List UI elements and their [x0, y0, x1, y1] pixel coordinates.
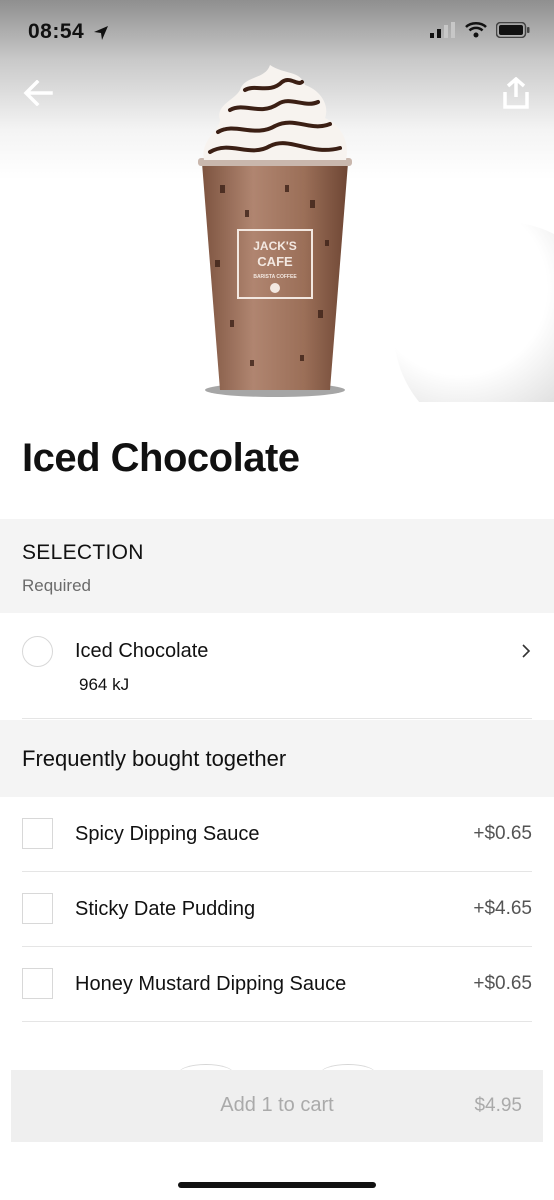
wifi-icon — [465, 22, 487, 38]
addon-checkbox[interactable] — [22, 818, 53, 849]
selection-radio[interactable] — [22, 636, 53, 667]
location-arrow-icon — [94, 26, 108, 40]
share-button[interactable] — [494, 71, 538, 115]
add-to-cart-price: $4.95 — [474, 1095, 522, 1116]
addon-price: +$0.65 — [473, 973, 532, 994]
home-indicator[interactable] — [178, 1182, 376, 1188]
selection-option-row[interactable]: Iced Chocolate 964 kJ — [0, 613, 554, 719]
addon-label: Spicy Dipping Sauce — [75, 823, 260, 845]
divider — [22, 1021, 532, 1022]
addon-checkbox[interactable] — [22, 893, 53, 924]
share-icon — [503, 77, 529, 109]
arrow-left-icon — [23, 80, 53, 106]
selection-title: SELECTION — [22, 541, 144, 564]
status-time: 08:54 — [28, 20, 85, 43]
battery-icon — [496, 22, 530, 38]
frequently-bought-header: Frequently bought together — [0, 720, 554, 797]
add-to-cart-label: Add 1 to cart — [220, 1094, 334, 1116]
addon-row-sticky-date-pudding[interactable]: Sticky Date Pudding +$4.65 — [0, 872, 554, 947]
addon-checkbox[interactable] — [22, 968, 53, 999]
back-button[interactable] — [16, 71, 60, 115]
selection-required-label: Required — [22, 576, 91, 595]
selection-option-energy: 964 kJ — [79, 675, 130, 694]
iced-chocolate-image: JACK'S CAFE BARISTA COFFEE — [198, 65, 352, 397]
product-title: Iced Chocolate — [22, 436, 300, 480]
addon-price: +$0.65 — [473, 823, 532, 844]
addon-row-spicy-dipping-sauce[interactable]: Spicy Dipping Sauce +$0.65 — [0, 797, 554, 872]
frequently-bought-title: Frequently bought together — [22, 746, 287, 771]
status-bar: 08:54 — [0, 0, 554, 66]
divider — [22, 718, 532, 719]
selection-option-label: Iced Chocolate — [75, 640, 209, 662]
addon-label: Sticky Date Pudding — [75, 898, 256, 920]
chevron-right-icon — [522, 644, 531, 658]
selection-section-header: SELECTION Required — [0, 519, 554, 613]
cup-logo-line3: BARISTA COFFEE — [253, 274, 297, 280]
hero-corner-shadow — [394, 222, 554, 402]
cup-logo-line1: JACK'S — [253, 239, 297, 253]
cup-logo-line2: CAFE — [257, 254, 293, 269]
addon-price: +$4.65 — [473, 898, 532, 919]
addon-row-honey-mustard-sauce[interactable]: Honey Mustard Dipping Sauce +$0.65 — [0, 947, 554, 1022]
addon-label: Honey Mustard Dipping Sauce — [75, 973, 347, 995]
signal-icon — [430, 22, 455, 38]
add-to-cart-button[interactable]: Add 1 to cart $4.95 — [11, 1070, 543, 1142]
